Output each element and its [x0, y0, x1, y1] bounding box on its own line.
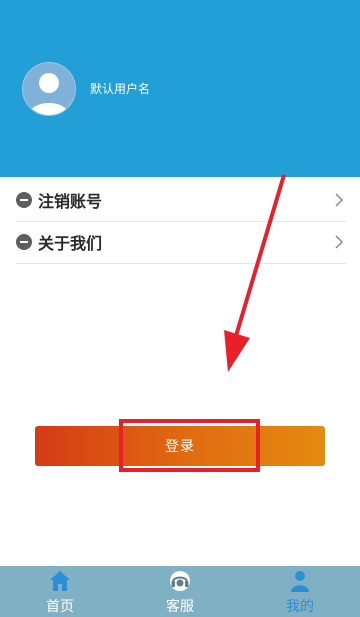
user-icon: [291, 571, 309, 592]
menu-item-about-us[interactable]: 关于我们: [16, 221, 346, 264]
tab-label: 客服: [166, 599, 194, 615]
default-avatar-icon: [29, 73, 69, 115]
tab-customer-service[interactable]: 客服: [120, 566, 240, 617]
tab-home[interactable]: 首页: [0, 566, 120, 617]
tab-label: 我的: [286, 599, 314, 615]
minus-circle-icon: [16, 192, 32, 208]
annotation-highlight-box: [119, 419, 260, 472]
avatar[interactable]: [22, 62, 76, 116]
annotation-arrow-head: [224, 330, 250, 372]
home-icon: [50, 571, 70, 591]
chevron-right-icon: [335, 235, 344, 249]
menu-item-cancel-account[interactable]: 注销账号: [16, 179, 346, 222]
menu-item-label: 注销账号: [38, 192, 103, 211]
bottom-tab-bar: 首页 客服 我的: [0, 566, 360, 617]
chevron-right-icon: [335, 193, 344, 207]
profile-header: 默认用户名: [0, 0, 360, 177]
tab-mine[interactable]: 我的: [240, 566, 360, 617]
headset-icon: [170, 571, 190, 591]
menu-item-label: 关于我们: [38, 234, 103, 253]
tab-label: 首页: [46, 599, 74, 615]
username: 默认用户名: [90, 82, 151, 96]
minus-circle-icon: [16, 234, 32, 250]
